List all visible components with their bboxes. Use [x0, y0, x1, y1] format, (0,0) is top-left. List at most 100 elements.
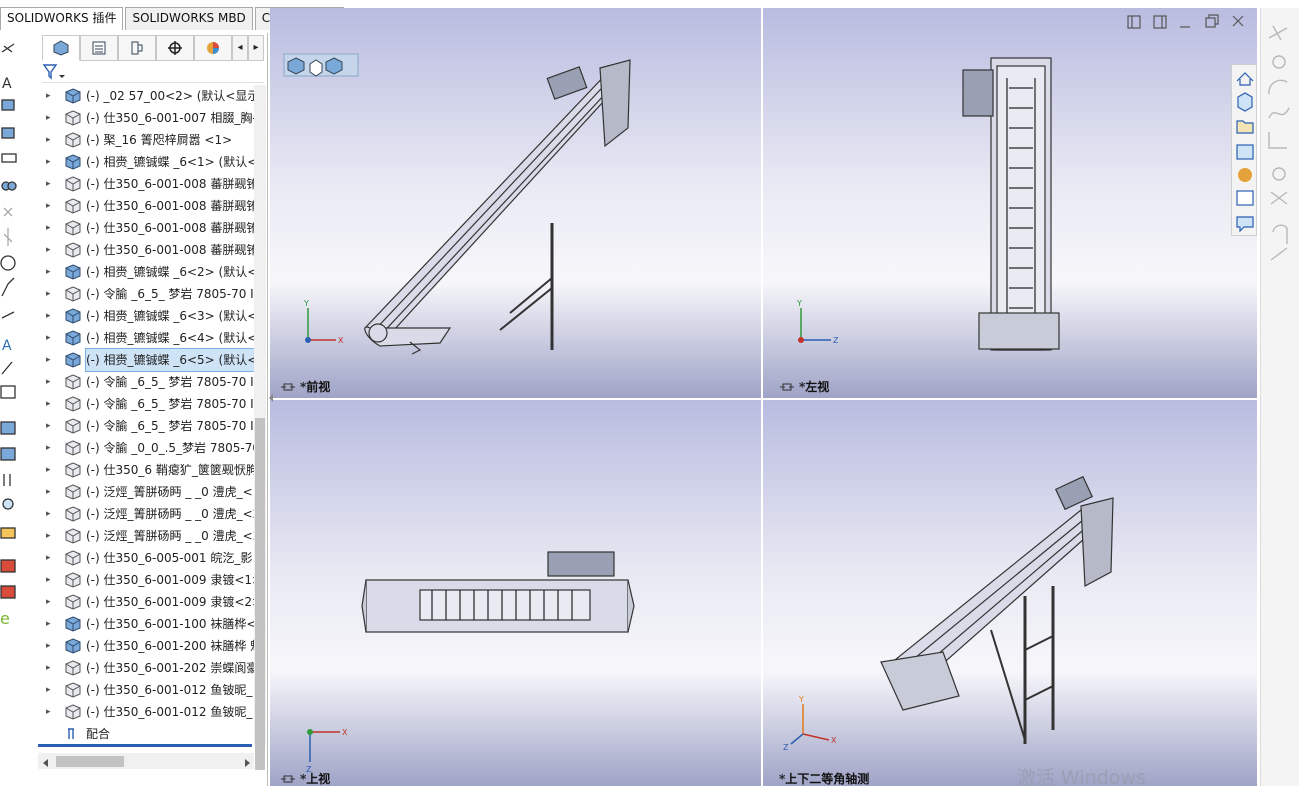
color-wheel-icon [207, 42, 219, 54]
link-view-icon [780, 383, 794, 391]
expand-arrow-icon[interactable]: ▸ [46, 217, 54, 239]
tree-item[interactable]: ▸ (-) 相赍_镳铖蝶 _6<2> (默认< [38, 261, 254, 283]
expand-arrow-icon[interactable]: ▸ [46, 547, 54, 569]
expand-arrow-icon[interactable]: ▸ [46, 657, 54, 679]
panel-splitter-grip[interactable] [267, 390, 275, 406]
tree-item[interactable]: ▸ (-) 仕350_6-001-009 隶镀<1> [38, 569, 254, 591]
expand-arrow-icon[interactable]: ▸ [46, 591, 54, 613]
tree-item[interactable]: ▸ (-) 相赍_镳铖蝶 _6<3> (默认< [38, 305, 254, 327]
tree-item[interactable]: ▸ (-) 棸_16 箐咫梓屙嚣 <1> [38, 129, 254, 151]
tree-item[interactable]: ▸ (-) 仕350_6-001-008 蕃胼觋铕 [38, 173, 254, 195]
expand-arrow-icon[interactable]: ▸ [46, 525, 54, 547]
tree-item[interactable]: ▸ (-) 泛烴_箐胼砀眄 _ _0 澧虎_<1 [38, 481, 254, 503]
expand-arrow-icon[interactable]: ▸ [46, 173, 54, 195]
tree-item[interactable]: ▸ (-) _02 57_00<2> (默认<显示状 [38, 85, 254, 107]
expand-arrow-icon[interactable]: ▸ [46, 305, 54, 327]
tree-item[interactable]: ▸ (-) 仕350_6-001-200 袜膳桦 魁 [38, 635, 254, 657]
tab-dimxpert-manager[interactable] [156, 35, 194, 61]
expand-arrow-icon[interactable]: ▸ [46, 239, 54, 261]
tree-item[interactable]: ▸ (-) 泛烴_箐胼砀眄 _ _0 澧虎_<3 [38, 525, 254, 547]
tree-item[interactable]: ▸ (-) 令腧 _6_5_ 梦岩 7805-70 I- [38, 371, 254, 393]
tree-item-label: (-) 相赍_镳铖蝶 _6<3> (默认< [86, 309, 254, 323]
feature-manager-tabs: ◂ ▸ [42, 35, 264, 61]
tree-item[interactable]: ▸ (-) 仕350_6-001-012 鱼铍昵_ [38, 701, 254, 723]
expand-arrow-icon[interactable]: ▸ [46, 349, 54, 371]
tree-item[interactable]: ▸ (-) 相赍_镳铖蝶 _6<5> (默认< [38, 348, 254, 372]
tab-solidworks-addins[interactable]: SOLIDWORKS 插件 [0, 7, 124, 30]
viewport-left[interactable]: Y Z *左视 [763, 8, 1257, 398]
tree-item-mates[interactable]: 配合 [38, 723, 254, 745]
tree-item[interactable]: ▸ (-) 泛烴_箐胼砀眄 _ _0 澧虎_<2 [38, 503, 254, 525]
tree-item[interactable]: ▸ (-) 仕350_6-001-008 蕃胼觋铕 [38, 195, 254, 217]
filter-icon[interactable] [42, 63, 66, 81]
scroll-right-arrow-icon [245, 759, 250, 767]
tree-item[interactable]: ▸ (-) 仕350_6-001-100 袜膳桦< [38, 613, 254, 635]
tree-item[interactable]: ▸ (-) 仕350_6-001-202 崇蝶阆豪 [38, 657, 254, 679]
expand-arrow-icon[interactable]: ▸ [46, 701, 54, 723]
svg-text:Y: Y [798, 695, 804, 704]
tree-item[interactable]: ▸ (-) 仕350_6-001-012 鱼铍昵_ [38, 679, 254, 701]
viewport-front[interactable]: Y X *前视 [270, 8, 761, 398]
scroll-arrows[interactable] [40, 757, 270, 769]
expand-arrow-icon[interactable]: ▸ [46, 327, 54, 349]
tree-item[interactable]: ▸ (-) 令腧 _6_5_ 梦岩 7805-70 I- [38, 415, 254, 437]
expand-arrow-icon[interactable]: ▸ [46, 195, 54, 217]
tree-item-label: (-) _02 57_00<2> (默认<显示状 [86, 89, 254, 103]
viewport-label-left: *左视 [799, 380, 830, 394]
expand-arrow-icon[interactable]: ▸ [46, 481, 54, 503]
tree-vertical-scroll-thumb[interactable] [255, 418, 265, 770]
tree-item-label: (-) 仕350_6-001-012 鱼铍昵_ [86, 683, 253, 697]
tree-item[interactable]: ▸ (-) 仕350_6 鞘瘪犷_箧篋觋恹朐 [38, 459, 254, 481]
assembly-icon [65, 88, 81, 104]
isometric-view-model: Y X Z [783, 475, 1114, 752]
feature-tree: ▸ (-) _02 57_00<2> (默认<显示状 ▸ (-) 仕350_6-001… [38, 85, 254, 745]
view-palette-icon [1236, 144, 1254, 160]
expand-arrow-icon[interactable]: ▸ [46, 371, 54, 393]
tab-configuration-manager[interactable] [118, 35, 156, 61]
tree-item[interactable]: ▸ (-) 相赍_镳铖蝶 _6<1> (默认< [38, 151, 254, 173]
expand-arrow-icon[interactable]: ▸ [46, 503, 54, 525]
tree-item[interactable]: ▸ (-) 相赍_镳铖蝶 _6<4> (默认< [38, 327, 254, 349]
expand-arrow-icon[interactable]: ▸ [46, 261, 54, 283]
windows-activation-watermark: 激活 Windows [1017, 767, 1146, 786]
viewport-isometric[interactable]: Y X Z *上下二等角轴测 [763, 400, 1257, 786]
tab-property-manager[interactable] [80, 35, 118, 61]
tree-divider [38, 744, 252, 747]
tree-item-label: 配合 [86, 727, 111, 741]
tree-item[interactable]: ▸ (-) 仕350_6-001-009 隶镀<2> [38, 591, 254, 613]
tree-item[interactable]: ▸ (-) 令腧 _0_0_.5_梦岩 7805-70 [38, 437, 254, 459]
task-pane-tabs [1231, 64, 1257, 236]
tabs-scroll-right-button[interactable]: ▸ [248, 35, 264, 61]
expand-arrow-icon[interactable]: ▸ [46, 437, 54, 459]
expand-arrow-icon[interactable]: ▸ [46, 569, 54, 591]
tab-solidworks-mbd[interactable]: SOLIDWORKS MBD [125, 7, 253, 30]
expand-arrow-icon[interactable]: ▸ [46, 283, 54, 305]
tab-display-manager[interactable] [194, 35, 232, 61]
expand-arrow-icon[interactable]: ▸ [46, 415, 54, 437]
smart-dimension-icon [1, 43, 15, 53]
tabs-scroll-left-button[interactable]: ◂ [232, 35, 248, 61]
expand-arrow-icon[interactable]: ▸ [46, 85, 54, 107]
expand-arrow-icon[interactable]: ▸ [46, 151, 54, 173]
tab-feature-manager[interactable] [42, 35, 80, 61]
command-icons[interactable]: A A e [0, 38, 22, 638]
tree-item[interactable]: ▸ (-) 令腧 _6_5_ 梦岩 7805-70 I- [38, 393, 254, 415]
expand-arrow-icon[interactable]: ▸ [46, 393, 54, 415]
tree-item[interactable]: ▸ (-) 仕350_6-001-007 相腏_胸- [38, 107, 254, 129]
expand-arrow-icon[interactable]: ▸ [46, 129, 54, 151]
tree-item[interactable]: ▸ (-) 令腧 _6_5_ 梦岩 7805-70 I- [38, 283, 254, 305]
expand-arrow-icon[interactable]: ▸ [46, 679, 54, 701]
expand-arrow-icon[interactable]: ▸ [46, 613, 54, 635]
expand-arrow-icon[interactable]: ▸ [46, 459, 54, 481]
part-icon [65, 528, 81, 544]
expand-arrow-icon[interactable]: ▸ [46, 635, 54, 657]
close-icon [1232, 15, 1244, 27]
tree-item[interactable]: ▸ (-) 仕350_6-001-008 蕃胼觋铕 [38, 239, 254, 261]
tree-item[interactable]: ▸ (-) 仕350_6-005-001 皖汔_影 [38, 547, 254, 569]
part-icon [65, 396, 81, 412]
svg-text:e: e [0, 609, 10, 628]
viewport-top[interactable]: X Z *上视 [270, 400, 761, 786]
expand-arrow-icon[interactable]: ▸ [46, 107, 54, 129]
tree-item[interactable]: ▸ (-) 仕350_6-001-008 蕃胼觋铕 [38, 217, 254, 239]
forum-icon [1236, 216, 1254, 233]
